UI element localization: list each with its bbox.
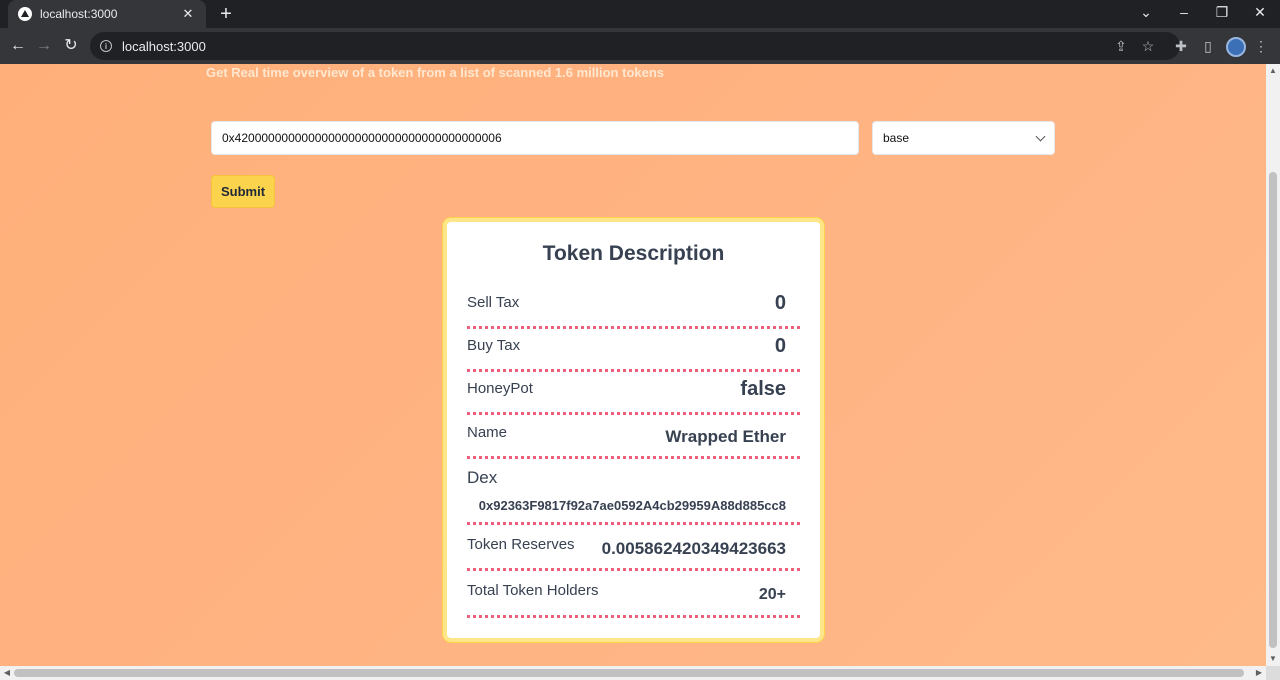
tab-search-icon[interactable]: ⌄ (1134, 4, 1158, 21)
row-buy-tax: Buy Tax 0 (467, 332, 800, 372)
token-description-card: Token Description Sell Tax 0 Buy Tax 0 H… (443, 218, 824, 642)
token-address-input[interactable] (211, 121, 859, 155)
browser-toolbar: ← → ↻ i localhost:3000 ⇪ ☆ ✚ ▯ ⋮ (0, 28, 1280, 64)
row-label: Sell Tax (467, 294, 520, 311)
share-icon[interactable]: ⇪ (1112, 37, 1130, 55)
scroll-down-icon[interactable]: ▼ (1266, 654, 1280, 663)
back-icon[interactable]: ← (8, 36, 28, 56)
close-tab-icon[interactable]: ✕ (180, 6, 196, 22)
bookmark-star-icon[interactable]: ☆ (1139, 37, 1157, 55)
row-label: HoneyPot (467, 380, 533, 397)
close-window-icon[interactable]: ✕ (1248, 4, 1272, 21)
minimize-icon[interactable]: – (1172, 4, 1196, 20)
scroll-up-icon[interactable]: ▲ (1266, 66, 1280, 75)
page-subtitle: Get Real time overview of a token from a… (206, 65, 665, 80)
dex-address: 0x92363F9817f92a7ae0592A4cb29959A88d885c… (478, 498, 786, 513)
profile-avatar[interactable] (1226, 37, 1246, 57)
card-title: Token Description (542, 242, 725, 265)
row-label: Name (467, 424, 508, 441)
chevron-down-icon (1035, 131, 1046, 141)
row-label: Token Reserves (467, 536, 575, 553)
submit-button[interactable]: Submit (211, 175, 275, 208)
vertical-scroll-thumb[interactable] (1269, 172, 1277, 648)
row-value: 20+ (758, 586, 786, 603)
chain-select[interactable]: base (872, 121, 1055, 155)
menu-icon[interactable]: ⋮ (1252, 37, 1270, 55)
row-honeypot: HoneyPot false (467, 375, 800, 415)
row-value: 0 (774, 292, 786, 314)
side-panel-icon[interactable]: ▯ (1199, 37, 1217, 55)
row-value: false (740, 378, 786, 400)
row-sell-tax: Sell Tax 0 (467, 288, 800, 329)
row-value: Wrapped Ether (665, 427, 786, 446)
url-text: localhost:3000 (122, 38, 206, 54)
scrollbar-corner (1266, 666, 1280, 680)
row-dex: Dex 0x92363F9817f92a7ae0592A4cb29959A88d… (467, 462, 800, 525)
reload-icon[interactable]: ↻ (61, 36, 81, 56)
row-total-holders: Total Token Holders 20+ (467, 574, 800, 618)
chain-select-value: base (883, 131, 910, 145)
row-label: Buy Tax (467, 337, 521, 354)
row-token-reserves: Token Reserves 0.005862420349423663 (467, 528, 800, 571)
scroll-left-icon[interactable]: ◀ (0, 668, 14, 677)
row-name: Name Wrapped Ether (467, 418, 800, 459)
extensions-icon[interactable]: ✚ (1172, 37, 1190, 55)
row-value: 0.005862420349423663 (601, 539, 786, 558)
restore-icon[interactable]: ❐ (1210, 4, 1234, 21)
browser-tab-bar: localhost:3000 ✕ + ⌄ – ❐ ✕ (0, 0, 1280, 28)
address-bar[interactable]: i localhost:3000 (90, 32, 1180, 60)
horizontal-scroll-thumb[interactable] (14, 669, 1244, 677)
new-tab-icon[interactable]: + (216, 4, 236, 24)
vertical-scrollbar[interactable]: ▲ ▼ (1266, 64, 1280, 666)
favicon-icon (18, 7, 32, 21)
page-content: Get Real time overview of a token from a… (0, 64, 1266, 666)
browser-tab[interactable]: localhost:3000 ✕ (8, 0, 206, 28)
forward-icon[interactable]: → (34, 36, 54, 56)
row-label: Total Token Holders (467, 582, 599, 599)
scroll-right-icon[interactable]: ▶ (1252, 668, 1266, 677)
row-label: Dex (467, 468, 498, 487)
row-value: 0 (774, 335, 786, 357)
site-info-icon[interactable]: i (100, 40, 112, 52)
horizontal-scrollbar[interactable]: ◀ ▶ (0, 666, 1266, 680)
tab-title: localhost:3000 (40, 7, 118, 21)
